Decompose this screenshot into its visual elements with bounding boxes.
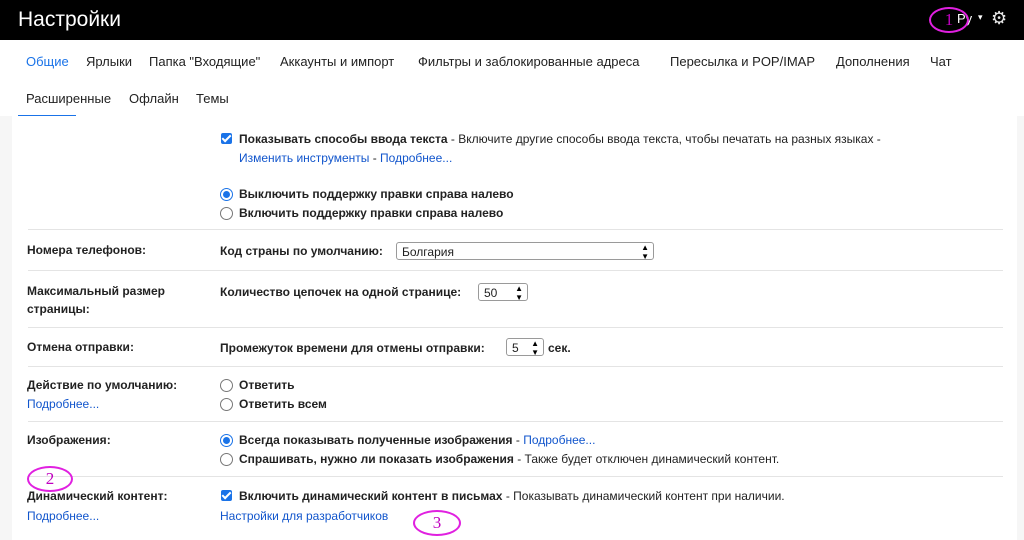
divider xyxy=(28,270,1003,271)
rtl-on-label: Включить поддержку правки справа налево xyxy=(239,206,504,220)
select-arrows-icon: ▲ ▼ xyxy=(531,339,539,357)
annotation-1: 1 xyxy=(929,7,969,33)
chevron-down-icon[interactable]: ▾ xyxy=(978,12,983,23)
page-title: Настройки xyxy=(18,8,121,31)
images-ask-radio[interactable] xyxy=(220,453,233,466)
default-reply-more-link[interactable]: Подробнее... xyxy=(27,397,99,411)
tab-filters[interactable]: Фильтры и заблокированные адреса xyxy=(418,54,639,69)
reply-all-label: Ответить всем xyxy=(239,397,327,411)
tab-forwarding[interactable]: Пересылка и POP/IMAP xyxy=(670,54,815,69)
tab-chat[interactable]: Чат xyxy=(930,54,952,69)
tab-addons[interactable]: Дополнения xyxy=(836,54,910,69)
country-code-label: Код страны по умолчанию: xyxy=(220,244,383,258)
undo-period-label: Промежуток времени для отмены отправки: xyxy=(220,341,485,355)
default-reply-label: Действие по умолчанию: xyxy=(27,378,178,392)
tab-offline[interactable]: Офлайн xyxy=(129,91,179,106)
country-code-value: Болгария xyxy=(402,245,454,259)
reply-radio[interactable] xyxy=(220,379,233,392)
divider xyxy=(28,476,1003,477)
divider xyxy=(28,327,1003,328)
rtl-on-radio[interactable] xyxy=(220,207,233,220)
page-size-label-1: Максимальный размер xyxy=(27,284,166,298)
images-label: Изображения: xyxy=(27,433,111,447)
links-separator: - xyxy=(369,151,381,165)
dynamic-content-row: Включить динамический контент в письмах … xyxy=(239,489,785,503)
top-bar: Настройки Ру ▾ ⚙ xyxy=(0,0,1024,40)
select-arrows-icon: ▲ ▼ xyxy=(515,284,523,302)
threads-per-page-label: Количество цепочек на одной странице: xyxy=(220,285,462,299)
input-tools-label: Показывать способы ввода текста xyxy=(239,132,448,146)
images-always-label: Всегда показывать полученные изображения xyxy=(239,433,513,447)
divider xyxy=(28,421,1003,422)
tab-themes[interactable]: Темы xyxy=(196,91,229,106)
reply-all-radio[interactable] xyxy=(220,398,233,411)
phone-section-label: Номера телефонов: xyxy=(27,243,147,257)
gear-icon[interactable]: ⚙ xyxy=(991,8,1007,29)
images-ask-row: Спрашивать, нужно ли показать изображени… xyxy=(239,452,779,466)
images-more-link[interactable]: Подробнее... xyxy=(523,433,595,447)
tab-inbox[interactable]: Папка "Входящие" xyxy=(149,54,260,69)
input-tools-checkbox[interactable] xyxy=(221,133,232,144)
threads-per-page-value: 50 xyxy=(484,286,498,300)
tab-accounts[interactable]: Аккаунты и импорт xyxy=(280,54,394,69)
divider xyxy=(28,366,1003,367)
dynamic-more-link[interactable]: Подробнее... xyxy=(27,509,99,523)
tab-labels[interactable]: Ярлыки xyxy=(86,54,132,69)
dynamic-content-checkbox[interactable] xyxy=(221,490,232,501)
select-arrows-icon: ▲ ▼ xyxy=(641,243,649,261)
undo-period-unit: сек. xyxy=(548,341,571,355)
dynamic-content-checkbox-label: Включить динамический контент в письмах xyxy=(239,489,503,503)
change-tools-link[interactable]: Изменить инструменты xyxy=(239,151,369,165)
divider xyxy=(28,229,1003,230)
threads-per-page-select[interactable]: 50 ▲ ▼ xyxy=(478,283,528,302)
images-separator: - xyxy=(512,433,524,447)
dynamic-content-description: - Показывать динамический контент при на… xyxy=(502,489,785,503)
rtl-off-radio[interactable] xyxy=(220,188,233,201)
input-tools-description: - Включите другие способы ввода текста, … xyxy=(447,132,881,146)
undo-send-label: Отмена отправки: xyxy=(27,340,134,354)
input-tools-links: Изменить инструменты - Подробнее... xyxy=(239,151,452,165)
images-always-radio[interactable] xyxy=(220,434,233,447)
undo-period-select[interactable]: 5 ▲ ▼ xyxy=(506,338,544,357)
settings-tabs: Общие Ярлыки Папка "Входящие" Аккаунты и… xyxy=(0,40,1024,156)
country-code-select[interactable]: Болгария ▲ ▼ xyxy=(396,242,654,261)
tab-advanced[interactable]: Расширенные xyxy=(26,91,111,106)
page-size-label-2: страницы: xyxy=(27,302,90,316)
undo-period-value: 5 xyxy=(512,341,519,355)
annotation-2: 2 xyxy=(27,466,73,492)
images-ask-note: - Также будет отключен динамический конт… xyxy=(513,452,780,466)
input-tools-more-link[interactable]: Подробнее... xyxy=(380,151,452,165)
tab-general[interactable]: Общие xyxy=(26,54,69,69)
reply-label: Ответить xyxy=(239,378,295,392)
developer-settings-link[interactable]: Настройки для разработчиков xyxy=(220,509,388,523)
input-tools-row: Показывать способы ввода текста - Включи… xyxy=(239,132,881,146)
images-always-row: Всегда показывать полученные изображения… xyxy=(239,433,595,447)
rtl-off-label: Выключить поддержку правки справа налево xyxy=(239,187,514,201)
annotation-3: 3 xyxy=(413,510,461,536)
images-ask-label: Спрашивать, нужно ли показать изображени… xyxy=(239,452,514,466)
